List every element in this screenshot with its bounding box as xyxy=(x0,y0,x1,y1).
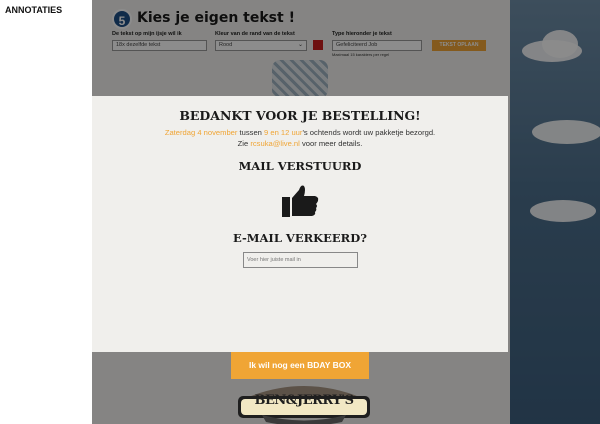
annotation-column: ANNOTATIES xyxy=(0,0,92,424)
logo-wordmark: BEN&JERRY'S xyxy=(254,393,354,408)
thumbs-up-icon xyxy=(282,185,319,217)
delivery-date: Zaterdag 4 november xyxy=(164,128,238,137)
delivery-rest: 's ochtends wordt uw pakketje bezorgd. xyxy=(302,128,436,137)
annotations-title: ANNOTATIES xyxy=(5,5,63,15)
delivery-between: tussen xyxy=(237,128,265,137)
see-rest-text: voor meer details. xyxy=(299,139,363,148)
email-wrong-heading: E-MAIL VERKEERD? xyxy=(233,231,367,245)
delivery-time: 9 en 12 uur xyxy=(264,128,303,137)
delivery-info-line: Zaterdag 4 november tussen 9 en 12 uur's… xyxy=(92,128,508,137)
order-again-button[interactable]: Ik wil nog een BDAY BOX xyxy=(231,352,369,379)
details-info-line: Zie rcsuka@live.nl voor meer details. xyxy=(92,139,508,148)
email-link[interactable]: rcsuka@live.nl xyxy=(250,139,300,148)
correct-email-input[interactable] xyxy=(243,252,358,268)
see-text: Zie xyxy=(237,139,251,148)
mail-sent-heading: MAIL VERSTUURD xyxy=(238,159,362,173)
order-confirmation-modal: BEDANKT VOOR JE BESTELLING! Zaterdag 4 n… xyxy=(92,96,508,352)
modal-title: BEDANKT VOOR JE BESTELLING! xyxy=(179,108,421,123)
